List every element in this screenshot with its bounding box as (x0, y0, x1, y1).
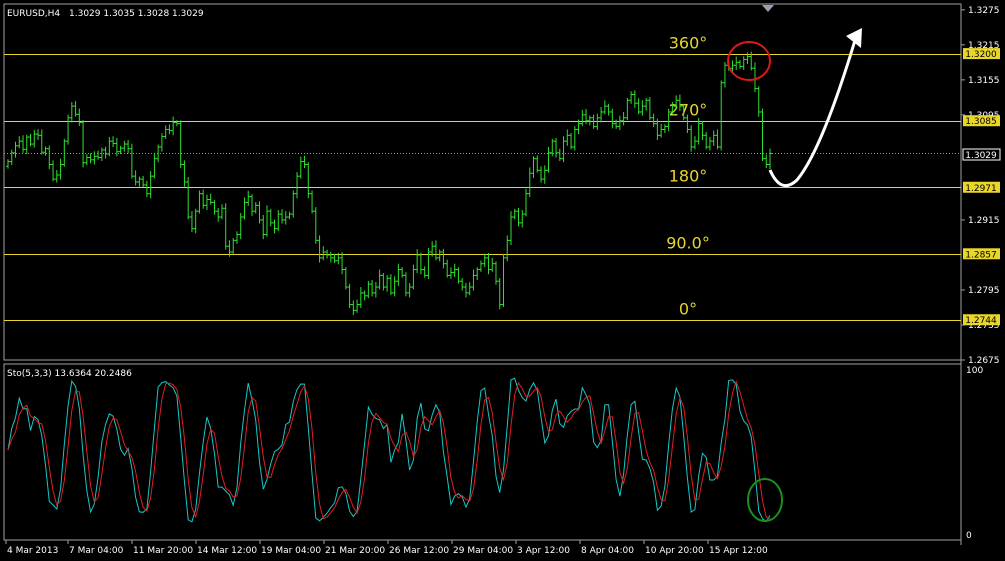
level-angle-label: 360° (669, 34, 708, 53)
chart-window[interactable]: EURUSD,H4 1.3029 1.3035 1.3028 1.3029 36… (0, 0, 1005, 557)
price-tick-label: 1.2795 (968, 286, 1000, 296)
level-price-text: 1.2971 (965, 184, 997, 194)
time-tick-label: 15 Apr 12:00 (709, 546, 768, 556)
level-price-tags: 1.3200 1.3085 1.2971 1.2857 1.2744 (963, 48, 1000, 326)
level-angle-label: 0° (679, 300, 697, 319)
level-price-text: 1.2744 (965, 316, 997, 326)
stochastic-axis-bottom: 0 (966, 531, 972, 541)
time-tick-label: 29 Mar 04:00 (453, 546, 513, 556)
stochastic-pane[interactable] (3, 363, 962, 541)
level-angle-label: 180° (669, 167, 708, 186)
price-tick-label: 1.3275 (968, 6, 1000, 16)
time-tick-label: 11 Mar 20:00 (133, 546, 193, 556)
price-tick-label: 1.2915 (968, 216, 1000, 226)
time-tick-label: 4 Mar 2013 (7, 546, 58, 556)
current-price-tag: 1.3029 (962, 148, 1001, 161)
time-tick-label: 7 Mar 04:00 (69, 546, 124, 556)
price-tick-label: 1.3155 (968, 76, 1000, 86)
level-price-text: 1.3085 (965, 117, 997, 127)
time-tick-label: 26 Mar 12:00 (389, 546, 449, 556)
symbol-label: EURUSD,H4 (7, 9, 60, 19)
level-angle-label: 270° (669, 101, 708, 120)
time-axis: 4 Mar 2013 7 Mar 04:00 11 Mar 20:00 14 Mar … (5, 540, 768, 556)
price-tick-label: 1.2675 (968, 356, 1000, 366)
time-tick-label: 3 Apr 12:00 (517, 546, 570, 556)
time-tick-label: 21 Mar 20:00 (325, 546, 385, 556)
current-price-text: 1.3029 (965, 151, 997, 161)
time-tick-label: 19 Mar 04:00 (261, 546, 321, 556)
level-angle-label: 90.0° (666, 234, 710, 253)
price-pane[interactable] (3, 3, 962, 361)
time-tick-label: 8 Apr 04:00 (581, 546, 634, 556)
ohlc-readout: 1.3029 1.3035 1.3028 1.3029 (69, 9, 204, 19)
level-price-text: 1.3200 (965, 50, 997, 60)
stochastic-title: Sto(5,3,3) 13.6364 20.2486 (7, 369, 132, 379)
stochastic-axis-top: 100 (966, 366, 983, 376)
time-tick-label: 10 Apr 20:00 (645, 546, 704, 556)
time-tick-label: 14 Mar 12:00 (197, 546, 257, 556)
level-price-text: 1.2857 (965, 250, 997, 260)
